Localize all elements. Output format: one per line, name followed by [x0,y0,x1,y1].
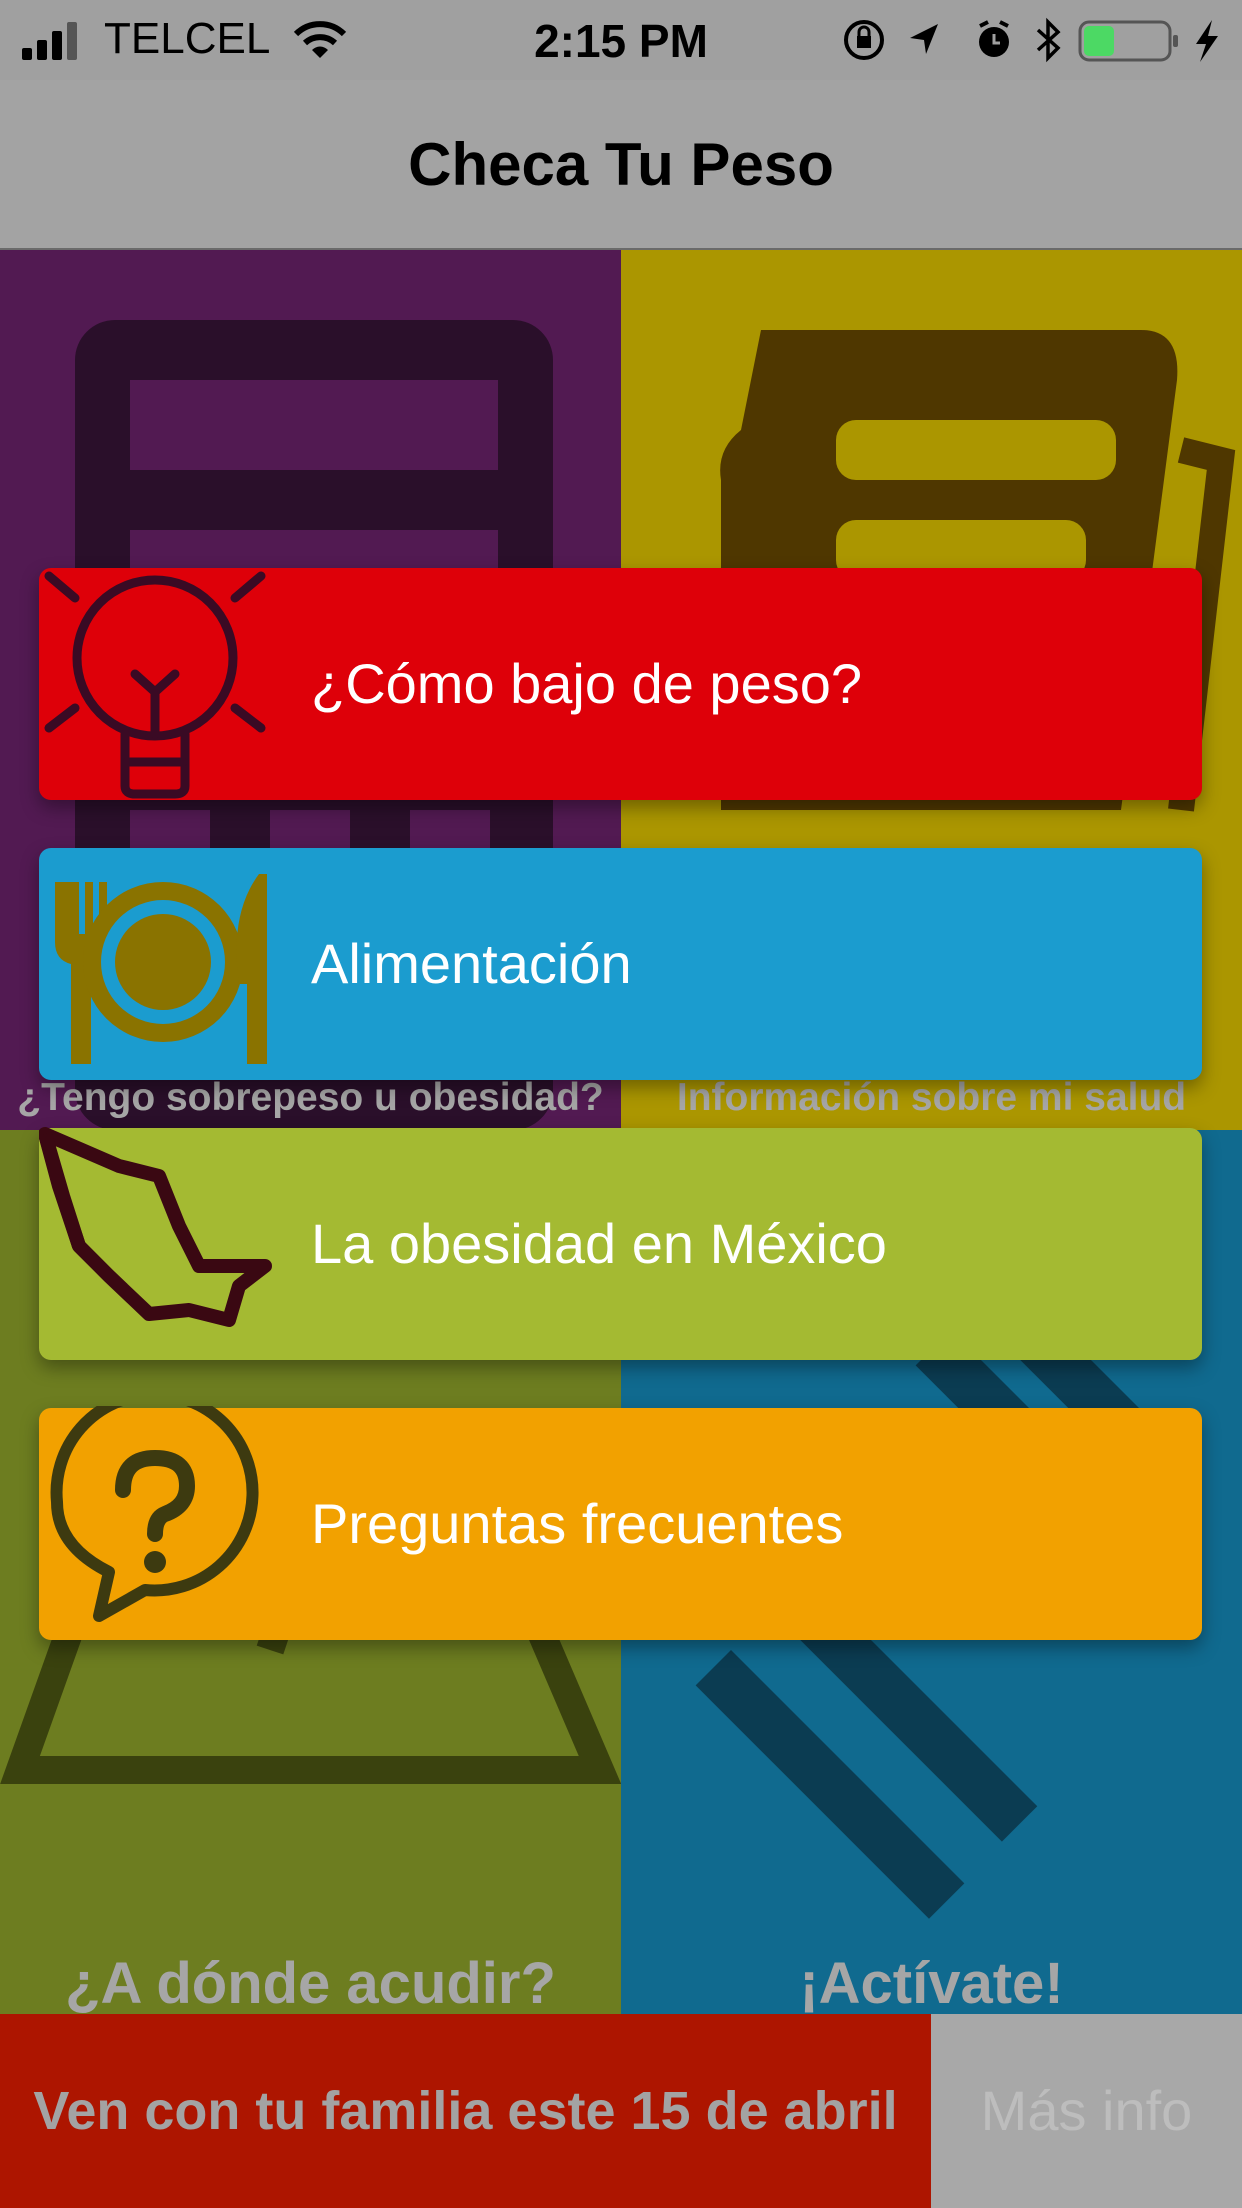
menu-card-label: Preguntas frecuentes [311,1492,844,1555]
tile-caption: ¡Actívate! [799,1951,1064,2014]
charging-icon [1196,20,1218,62]
menu-card-label: La obesidad en México [311,1212,887,1275]
more-info-label: Más info [980,2079,1193,2142]
menu-card-nutrition[interactable]: Alimentación [39,848,1202,1080]
plate-cutlery-icon [55,874,267,1064]
status-icons-group [844,17,1218,63]
promo-banner[interactable]: Ven con tu familia este 15 de abril [0,2014,931,2208]
menu-card-obesity-mexico[interactable]: La obesidad en México [39,1127,1202,1360]
tile-caption: Información sobre mi salud [676,1076,1187,1119]
promo-banner-text: Ven con tu familia este 15 de abril [33,2081,898,2141]
page-title: Checa Tu Peso [408,131,834,198]
navigation-bar: Checa Tu Peso [0,80,1242,250]
orientation-lock-icon [844,20,884,60]
menu-card-label: Alimentación [311,932,632,995]
question-bubble-icon [50,1406,259,1622]
battery-icon [1078,20,1178,62]
tile-caption: ¿Tengo sobrepeso u obesidad? [17,1076,604,1119]
location-icon [910,24,938,54]
more-info-button[interactable]: Más info [931,2014,1242,2208]
bluetooth-icon [1036,17,1061,63]
menu-card-lose-weight[interactable]: ¿Cómo bajo de peso? [39,568,1202,800]
menu-card-faq[interactable]: Preguntas frecuentes [39,1406,1202,1640]
status-bar: TELCEL 2:15 PM [0,0,1242,80]
mexico-map-icon [39,1127,272,1327]
alarm-icon [979,20,1009,57]
menu-card-label: ¿Cómo bajo de peso? [311,652,863,715]
lightbulb-icon [44,571,266,799]
tile-caption: ¿A dónde acudir? [65,1951,556,2014]
